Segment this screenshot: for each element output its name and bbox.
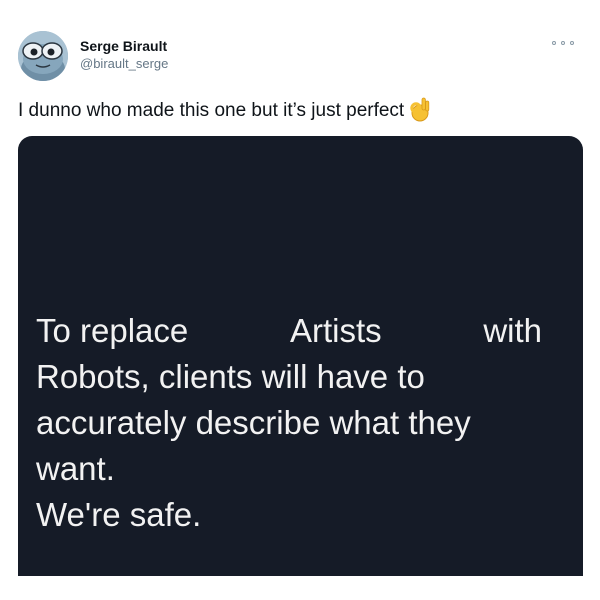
more-options-icon-dot <box>570 41 574 45</box>
meme-line-5: We're safe. <box>36 496 202 533</box>
more-options-button[interactable] <box>552 37 574 49</box>
tweet-text: I dunno who made this one but it’s just … <box>18 96 430 131</box>
tweet-image[interactable]: To replace Artists with Robots, clients … <box>18 136 583 576</box>
meme-word: To replace <box>36 312 189 349</box>
tweet-card: Serge Birault @birault_serge I dunno who… <box>0 0 600 600</box>
author-info: Serge Birault @birault_serge <box>80 37 168 73</box>
meme-line-2: Robots, clients will have to <box>36 358 425 395</box>
meme-line-1: To replace Artists with <box>36 308 542 354</box>
meme-word: Artists <box>289 312 382 349</box>
meme-line-4: want. <box>36 450 115 487</box>
tweet-header: Serge Birault @birault_serge <box>18 31 578 81</box>
meme-line-3: accurately describe what they <box>36 404 471 441</box>
meme-caption: To replace Artists with Robots, clients … <box>36 308 566 538</box>
more-options-icon-dot <box>561 41 565 45</box>
display-name[interactable]: Serge Birault <box>80 37 168 55</box>
avatar[interactable] <box>18 31 68 81</box>
user-handle[interactable]: @birault_serge <box>80 55 168 73</box>
meme-word: with <box>483 312 542 349</box>
ok-hand-emoji <box>408 96 430 131</box>
tweet-text-content: I dunno who made this one but it’s just … <box>18 100 405 121</box>
more-options-icon <box>552 41 556 45</box>
avatar-illustration <box>18 31 68 81</box>
